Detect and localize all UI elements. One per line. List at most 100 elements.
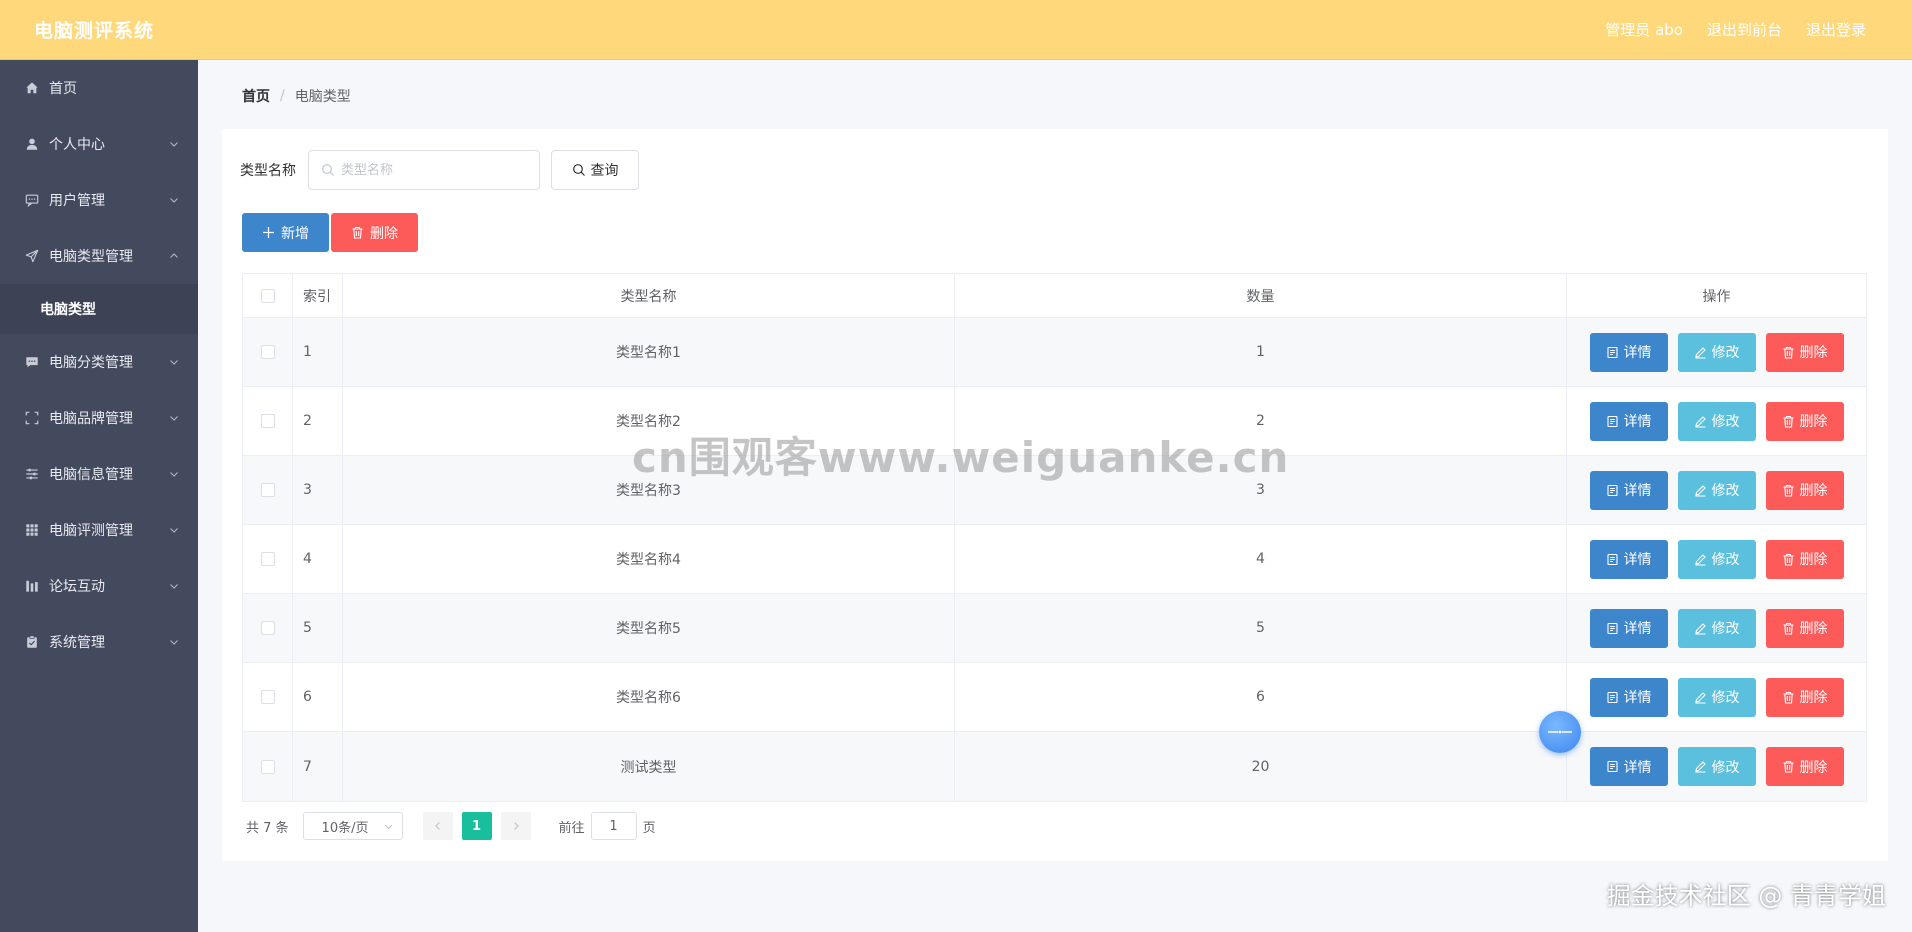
table-row: 2 类型名称2 2 详情 修改 删除	[243, 387, 1866, 456]
detail-button[interactable]: 详情	[1589, 677, 1668, 717]
delete-button[interactable]: 删除	[1765, 608, 1844, 648]
page-jump-input[interactable]	[590, 812, 637, 840]
chat-icon	[24, 192, 40, 208]
edit-button[interactable]: 修改	[1677, 401, 1756, 441]
row-index: 6	[293, 663, 343, 731]
search-input-wrapper[interactable]	[308, 150, 540, 190]
delete-button[interactable]: 删除	[1765, 539, 1844, 579]
row-checkbox-cell	[243, 387, 293, 455]
sidebar-item-computer-category-management[interactable]: 电脑分类管理	[0, 334, 198, 390]
top-nav: 管理员 abo 退出到前台 退出登录	[1605, 19, 1912, 40]
detail-button[interactable]: 详情	[1589, 539, 1668, 579]
select-all-checkbox[interactable]	[260, 288, 275, 303]
delete-button-label: 删除	[1799, 483, 1828, 499]
sidebar-item-user-management[interactable]: 用户管理	[0, 172, 198, 228]
page-jump: 前往 页	[559, 812, 656, 840]
table-row: 5 类型名称5 5 详情 修改 删除	[243, 594, 1866, 663]
sidebar-item-label: 电脑类型管理	[49, 249, 133, 265]
row-checkbox[interactable]	[260, 552, 275, 566]
edit-icon	[1694, 346, 1706, 359]
row-checkbox-cell	[243, 456, 293, 524]
trash-icon	[1783, 415, 1793, 428]
detail-button-label: 详情	[1623, 345, 1652, 361]
delete-button-label: 删除	[1799, 414, 1828, 430]
chart-icon	[24, 578, 40, 594]
edit-button[interactable]: 修改	[1677, 332, 1756, 372]
delete-button[interactable]: 删除	[1765, 747, 1844, 786]
row-checkbox[interactable]	[260, 345, 275, 359]
sidebar-item-label: 个人中心	[49, 137, 105, 153]
row-quantity: 3	[955, 456, 1567, 524]
sidebar-item-computer-brand-management[interactable]: 电脑品牌管理	[0, 390, 198, 446]
header-operation: 操作	[1702, 288, 1731, 305]
row-type-name: 类型名称2	[343, 387, 955, 455]
detail-button[interactable]: 详情	[1589, 608, 1668, 648]
row-index: 5	[293, 594, 343, 662]
chevron-down-icon	[168, 636, 180, 648]
sidebar-item-computer-info-management[interactable]: 电脑信息管理	[0, 446, 198, 502]
delete-button[interactable]: 删除	[1765, 401, 1844, 441]
main-content: 首页 / 电脑类型 类型名称 查询 新增	[198, 60, 1912, 932]
row-actions: 详情 修改 删除	[1567, 318, 1866, 386]
row-quantity: 4	[955, 525, 1567, 593]
sliders-icon	[24, 466, 40, 482]
chevron-right-icon	[513, 822, 519, 830]
chevron-down-icon	[168, 524, 180, 536]
search-icon	[321, 163, 335, 177]
edit-button[interactable]: 修改	[1677, 747, 1756, 786]
document-icon	[1606, 415, 1618, 427]
query-button-label: 查询	[590, 163, 619, 179]
query-button[interactable]: 查询	[551, 150, 639, 190]
page-number-current[interactable]: 1	[461, 812, 492, 840]
chevron-down-icon	[168, 468, 180, 480]
delete-button-label: 删除	[1799, 690, 1828, 706]
page-jump-prefix: 前往	[558, 820, 585, 836]
page-jump-suffix: 页	[642, 820, 656, 836]
edit-button[interactable]: 修改	[1677, 470, 1756, 510]
add-button-label: 新增	[281, 225, 309, 242]
sidebar-item-system-management[interactable]: 系统管理	[0, 614, 198, 670]
sidebar-item-label: 系统管理	[49, 635, 105, 651]
edit-button[interactable]: 修改	[1677, 608, 1756, 648]
chevron-left-icon	[434, 822, 440, 830]
edit-button[interactable]: 修改	[1677, 677, 1756, 717]
logout-link[interactable]: 退出登录	[1806, 19, 1866, 40]
sidebar-item-home[interactable]: 首页	[0, 60, 198, 116]
row-checkbox[interactable]	[260, 483, 275, 497]
detail-button[interactable]: 详情	[1589, 470, 1668, 510]
floating-assistant-button[interactable]	[1539, 711, 1581, 753]
delete-button[interactable]: 删除	[1765, 470, 1844, 510]
row-checkbox-cell	[243, 663, 293, 731]
sidebar-item-computer-review-management[interactable]: 电脑评测管理	[0, 502, 198, 558]
delete-button[interactable]: 删除	[1765, 677, 1844, 717]
edit-button[interactable]: 修改	[1677, 539, 1756, 579]
sidebar-subitem-computer-type[interactable]: 电脑类型	[0, 284, 198, 334]
row-checkbox-cell	[243, 732, 293, 801]
table-row: 6 类型名称6 6 详情 修改 删除	[243, 663, 1866, 732]
delete-button[interactable]: 删除	[1765, 332, 1844, 372]
detail-button[interactable]: 详情	[1589, 401, 1668, 441]
grid-icon	[24, 522, 40, 538]
prev-page-button[interactable]	[422, 812, 453, 840]
row-checkbox[interactable]	[260, 621, 275, 635]
sidebar-item-forum[interactable]: 论坛互动	[0, 558, 198, 614]
back-to-frontend-link[interactable]: 退出到前台	[1707, 19, 1782, 40]
edit-button-label: 修改	[1711, 414, 1740, 430]
row-checkbox[interactable]	[260, 759, 275, 774]
sidebar-item-label: 电脑信息管理	[49, 467, 133, 483]
batch-delete-button[interactable]: 删除	[331, 213, 418, 252]
sidebar-item-computer-type-management[interactable]: 电脑类型管理	[0, 228, 198, 284]
page-size-select[interactable]: 10条/页	[302, 812, 403, 840]
next-page-button[interactable]	[500, 812, 531, 840]
row-checkbox[interactable]	[260, 414, 275, 428]
detail-button[interactable]: 详情	[1589, 747, 1668, 786]
sidebar-item-personal-center[interactable]: 个人中心	[0, 116, 198, 172]
admin-user-link[interactable]: 管理员 abo	[1605, 19, 1683, 40]
row-checkbox[interactable]	[260, 690, 275, 704]
breadcrumb-home[interactable]: 首页	[242, 86, 270, 106]
detail-button[interactable]: 详情	[1589, 332, 1668, 372]
search-input[interactable]	[341, 162, 531, 178]
trash-icon	[1783, 622, 1793, 635]
header-type-name: 类型名称	[343, 274, 955, 317]
add-button[interactable]: 新增	[242, 213, 329, 252]
